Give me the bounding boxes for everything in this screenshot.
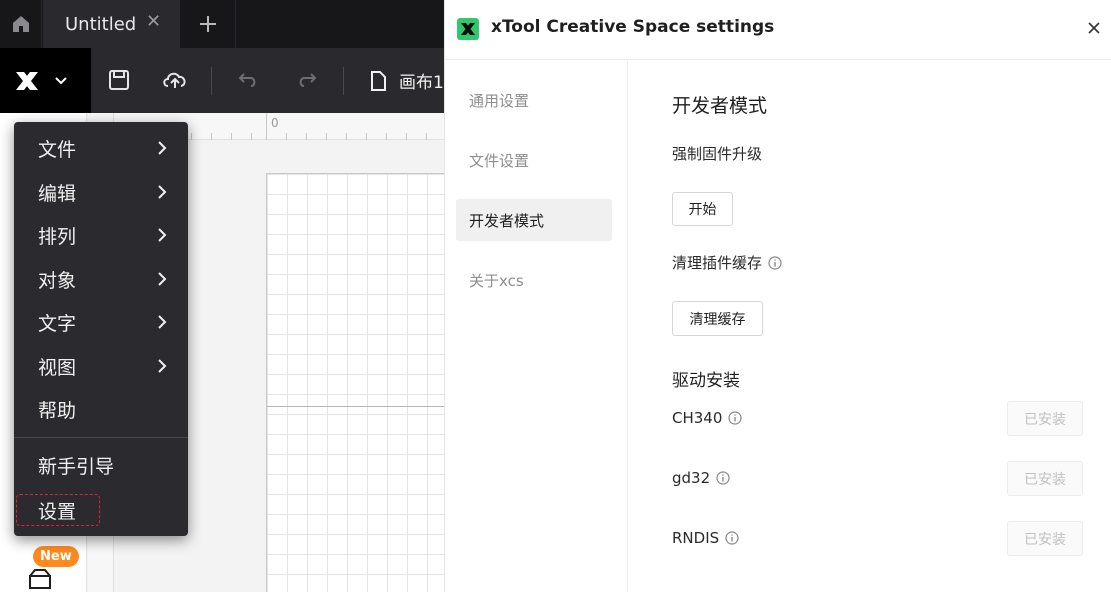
nav-item-label: 关于xcs bbox=[469, 271, 524, 290]
tab-untitled[interactable]: Untitled ✕ bbox=[43, 0, 180, 48]
settings-content: 开发者模式 强制固件升级 开始 清理插件缓存 清理缓存 驱动安装 CH340 已… bbox=[672, 61, 1111, 592]
plus-icon bbox=[200, 16, 216, 32]
chevron-right-icon bbox=[158, 272, 167, 286]
installed-label: 已安装 bbox=[1024, 471, 1066, 488]
chevron-right-icon bbox=[158, 185, 167, 199]
info-icon[interactable] bbox=[716, 471, 730, 485]
menu-item-label: 帮助 bbox=[38, 399, 77, 422]
menu-item-text[interactable]: 文字 bbox=[14, 303, 188, 341]
installed-label: 已安装 bbox=[1024, 531, 1066, 548]
canvas-selector[interactable]: 画布1 bbox=[369, 68, 444, 93]
menu-item-arrange[interactable]: 排列 bbox=[14, 216, 188, 254]
close-icon[interactable] bbox=[1086, 20, 1102, 36]
menu-item-object[interactable]: 对象 bbox=[14, 260, 188, 298]
info-icon[interactable] bbox=[725, 531, 739, 545]
chevron-right-icon bbox=[158, 228, 167, 242]
settings-dialog: xTool Creative Space settings 通用设置 文件设置 … bbox=[444, 0, 1111, 592]
menu-item-label: 对象 bbox=[38, 269, 77, 292]
driver-row-rndis: RNDIS bbox=[672, 529, 739, 547]
clear-cache-text: 清理插件缓存 bbox=[672, 254, 763, 272]
toolbar: 画布1 bbox=[0, 48, 444, 113]
nav-item-about[interactable]: 关于xcs bbox=[456, 259, 612, 301]
driver-section-title: 驱动安装 bbox=[672, 371, 740, 391]
menu-item-label: 文字 bbox=[38, 312, 77, 335]
xtool-app-icon bbox=[457, 18, 479, 40]
menu-item-label: 设置 bbox=[38, 500, 77, 523]
settings-nav: 通用设置 文件设置 开发者模式 关于xcs bbox=[445, 61, 628, 592]
chevron-right-icon bbox=[158, 315, 167, 329]
installed-label: 已安装 bbox=[1024, 411, 1066, 428]
section-title: 开发者模式 bbox=[672, 95, 768, 117]
nav-item-general[interactable]: 通用设置 bbox=[456, 79, 612, 121]
menu-item-settings[interactable]: 设置 bbox=[16, 494, 100, 526]
menu-item-label: 视图 bbox=[38, 356, 77, 379]
home-tab[interactable] bbox=[0, 0, 42, 48]
installed-button-gd32[interactable]: 已安装 bbox=[1007, 461, 1083, 496]
menu-item-label: 排列 bbox=[38, 225, 77, 248]
add-tab-button[interactable] bbox=[181, 0, 236, 48]
nav-item-developer[interactable]: 开发者模式 bbox=[456, 199, 612, 241]
cloud-upload-icon[interactable] bbox=[161, 68, 189, 92]
document-icon bbox=[371, 70, 386, 91]
main-menu-button[interactable] bbox=[0, 48, 91, 113]
tab-title: Untitled bbox=[65, 13, 137, 35]
nav-item-label: 开发者模式 bbox=[469, 211, 545, 230]
main-menu-dropdown: 文件 编辑 排列 对象 文字 视图 帮助 新手引导 设置 bbox=[14, 122, 188, 536]
installed-button-ch340[interactable]: 已安装 bbox=[1007, 401, 1083, 436]
toolbar-divider bbox=[211, 67, 212, 95]
redo-icon[interactable] bbox=[295, 68, 319, 92]
xtool-logo-icon bbox=[16, 71, 38, 90]
ruler-zero-label: 0 bbox=[271, 116, 279, 130]
canvas-grid[interactable] bbox=[266, 173, 445, 592]
tab-bar: Untitled ✕ bbox=[0, 0, 444, 48]
home-icon bbox=[12, 16, 29, 32]
menu-item-view[interactable]: 视图 bbox=[14, 347, 188, 385]
save-icon[interactable] bbox=[107, 68, 131, 92]
driver-name: CH340 bbox=[672, 409, 723, 427]
canvas-name: 画布1 bbox=[399, 73, 444, 93]
chevron-down-icon bbox=[55, 76, 67, 84]
dialog-header: xTool Creative Space settings bbox=[445, 0, 1111, 60]
menu-item-edit[interactable]: 编辑 bbox=[14, 173, 188, 211]
start-firmware-button[interactable]: 开始 bbox=[672, 192, 733, 226]
driver-name: RNDIS bbox=[672, 529, 720, 547]
menu-item-file[interactable]: 文件 bbox=[14, 129, 188, 167]
driver-row-gd32: gd32 bbox=[672, 469, 730, 487]
undo-icon[interactable] bbox=[236, 68, 260, 92]
menu-item-help[interactable]: 帮助 bbox=[14, 390, 188, 428]
menu-item-onboarding[interactable]: 新手引导 bbox=[14, 446, 188, 484]
chevron-right-icon bbox=[158, 359, 167, 373]
nav-item-label: 通用设置 bbox=[469, 91, 530, 110]
menu-divider bbox=[14, 437, 188, 438]
force-firmware-label: 强制固件升级 bbox=[672, 143, 762, 164]
clear-cache-label: 清理插件缓存 bbox=[672, 252, 782, 273]
canvas-center-line bbox=[267, 406, 445, 407]
toolbar-divider bbox=[343, 67, 344, 95]
info-icon[interactable] bbox=[768, 255, 782, 270]
nav-item-label: 文件设置 bbox=[469, 151, 530, 170]
menu-item-label: 编辑 bbox=[38, 182, 77, 205]
close-tab-icon[interactable]: ✕ bbox=[146, 11, 161, 32]
nav-item-file[interactable]: 文件设置 bbox=[456, 139, 612, 181]
start-button-label: 开始 bbox=[688, 202, 717, 218]
menu-item-label: 文件 bbox=[38, 138, 77, 161]
force-firmware-text: 强制固件升级 bbox=[672, 145, 763, 163]
dialog-title: xTool Creative Space settings bbox=[491, 17, 775, 37]
menu-item-label: 新手引导 bbox=[38, 455, 115, 478]
driver-name: gd32 bbox=[672, 469, 711, 487]
installed-button-rndis[interactable]: 已安装 bbox=[1007, 521, 1083, 556]
chevron-right-icon bbox=[158, 141, 167, 155]
clear-cache-button[interactable]: 清理缓存 bbox=[672, 301, 763, 336]
material-box-icon[interactable] bbox=[27, 564, 53, 590]
clear-cache-button-label: 清理缓存 bbox=[689, 311, 746, 328]
info-icon[interactable] bbox=[728, 411, 742, 425]
driver-row-ch340: CH340 bbox=[672, 409, 742, 427]
